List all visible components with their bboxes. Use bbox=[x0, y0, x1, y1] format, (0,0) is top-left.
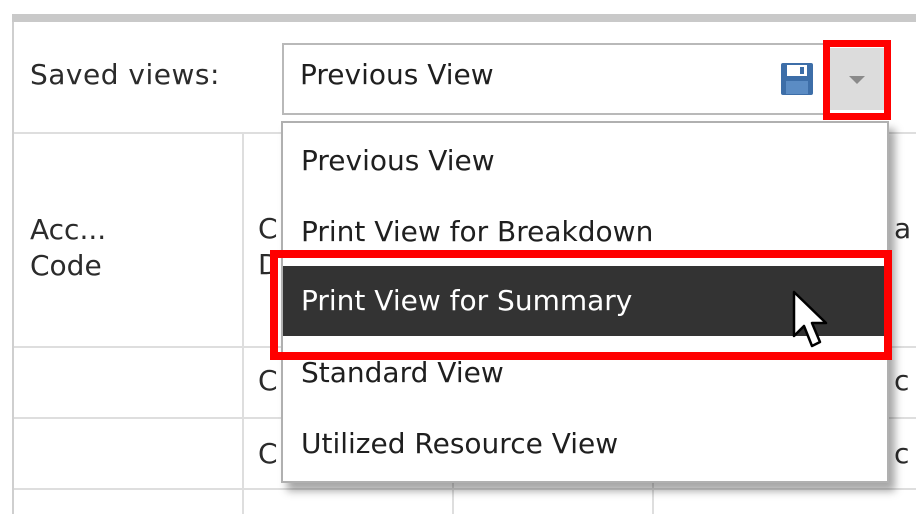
dropdown-option-label: Standard View bbox=[301, 356, 504, 389]
saved-views-selected-value: Previous View bbox=[300, 58, 494, 91]
grid-line bbox=[242, 132, 244, 514]
grid-line bbox=[452, 480, 454, 514]
partial-cell-text: a bbox=[894, 212, 912, 245]
dropdown-option-label: Previous View bbox=[301, 144, 495, 177]
dropdown-option-label: Print View for Breakdown bbox=[301, 215, 654, 248]
dropdown-option-label: Utilized Resource View bbox=[301, 427, 619, 460]
toolbar-separator bbox=[12, 14, 916, 22]
dropdown-option-previous-view[interactable]: Previous View bbox=[283, 126, 887, 196]
save-icon[interactable] bbox=[780, 62, 814, 96]
column-header-line: Acc... bbox=[30, 213, 107, 246]
column-header-account-code[interactable]: Acc... Code bbox=[30, 212, 106, 284]
column-header-line: Code bbox=[30, 249, 102, 282]
partial-cell-text: c bbox=[894, 437, 910, 470]
partial-cell-text: c bbox=[894, 364, 910, 397]
panel-left-border bbox=[12, 22, 14, 514]
mouse-pointer-icon bbox=[792, 290, 828, 348]
grid-line bbox=[652, 480, 654, 514]
saved-views-label: Saved views: bbox=[30, 58, 220, 91]
grid-line bbox=[14, 488, 916, 490]
partial-cell-text: C bbox=[258, 364, 278, 397]
annotation-highlight-toggle bbox=[823, 40, 891, 120]
partial-cell-text: C bbox=[258, 212, 278, 245]
dropdown-option-utilized-resource-view[interactable]: Utilized Resource View bbox=[283, 409, 887, 479]
partial-cell-text: C bbox=[258, 437, 278, 470]
saved-views-panel: Acc... Code C D C C a c c Saved views: P… bbox=[0, 0, 916, 514]
